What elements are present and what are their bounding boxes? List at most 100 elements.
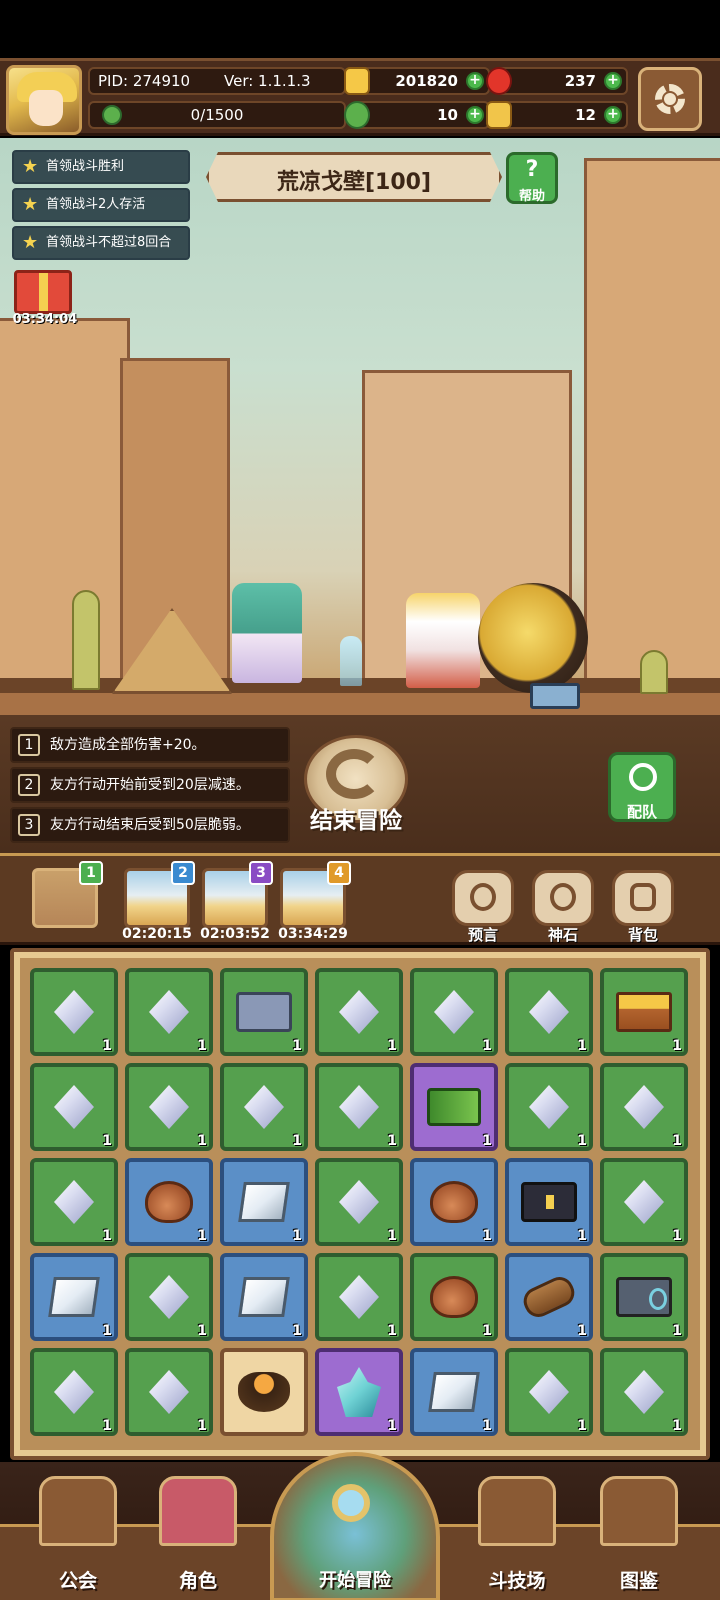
map-tab-3[interactable]: 3	[202, 861, 273, 928]
nav-start-adventure[interactable]: 开始冒险	[266, 1452, 444, 1600]
backpack-button[interactable]: 背包	[608, 870, 678, 944]
gift-box-icon[interactable]	[14, 270, 72, 314]
inventory-slot[interactable]: 1	[410, 968, 498, 1056]
inventory-slot[interactable]: 1	[220, 1063, 308, 1151]
map-tab-1[interactable]: 1	[32, 861, 103, 928]
add-clover-button[interactable]: +	[466, 106, 484, 124]
item-count: 1	[482, 1133, 492, 1149]
left-cliff	[0, 318, 130, 698]
inventory-slot[interactable]: 1	[125, 1348, 213, 1436]
inventory-slot[interactable]: 1	[315, 968, 403, 1056]
divine-stone-label: 神石	[547, 926, 578, 944]
inventory-slot[interactable]: 1	[410, 1348, 498, 1436]
inventory-slot[interactable]: 1	[315, 1158, 403, 1246]
magnifier-icon	[332, 1484, 370, 1522]
inventory-slot[interactable]: 1	[220, 968, 308, 1056]
inventory-slot[interactable]: 1	[125, 1063, 213, 1151]
version-label: Ver: 1.1.1.3	[224, 72, 311, 90]
key-value: 12	[575, 106, 596, 124]
quest-text: 首领战斗不超过8回合	[46, 235, 172, 250]
green-brick-icon	[427, 1088, 481, 1126]
nav-arena[interactable]: 斗技场	[462, 1462, 572, 1600]
add-key-button[interactable]: +	[604, 106, 622, 124]
crystal-icon	[54, 990, 94, 1034]
item-count: 1	[102, 1323, 112, 1339]
ingot-icon	[48, 1277, 100, 1317]
nav-start-adventure-label: 开始冒险	[319, 1570, 391, 1591]
inventory-slot[interactable]: 1	[600, 1253, 688, 1341]
map-tab-4[interactable]: 4	[280, 861, 351, 928]
nav-character[interactable]: 角色	[148, 1462, 248, 1600]
inventory-slot[interactable]	[220, 1348, 308, 1436]
inventory-slot[interactable]: 1	[505, 968, 593, 1056]
inventory-slot[interactable]: 1	[600, 1348, 688, 1436]
item-count: 1	[672, 1323, 682, 1339]
help-label: 帮助	[518, 189, 545, 204]
hero-bunny-girl[interactable]	[232, 583, 302, 683]
hero-golden-knight[interactable]	[478, 583, 588, 693]
prophecy-label: 预言	[467, 926, 498, 944]
gem-icon	[486, 67, 512, 95]
character-icon	[159, 1476, 237, 1546]
item-count: 1	[387, 1323, 397, 1339]
player-avatar[interactable]	[6, 65, 82, 135]
inventory-slot[interactable]: 1	[505, 1348, 593, 1436]
exp-text: 0/1500	[190, 106, 244, 124]
inventory-grid: 1 1 1 1 1 1 1 1 1 1 1 1 1 1 1 1 1 1 1 1 1 1 1 1 1 1 1 1 1 1 1 1 1 1	[10, 948, 710, 1460]
inventory-slot[interactable]: 1	[505, 1158, 593, 1246]
item-count: 1	[387, 1038, 397, 1054]
inventory-slot[interactable]: 1	[600, 968, 688, 1056]
inventory-slot[interactable]: 1	[30, 1348, 118, 1436]
inventory-slot[interactable]: 1	[505, 1253, 593, 1341]
star-icon: ★	[22, 194, 39, 215]
inventory-slot[interactable]: 1	[30, 1158, 118, 1246]
inventory-slot[interactable]: 1	[125, 1253, 213, 1341]
ingot-icon	[428, 1372, 480, 1412]
codex-book-icon	[600, 1476, 678, 1546]
inventory-slot[interactable]: 1	[220, 1253, 308, 1341]
help-button[interactable]: ? 帮助	[506, 152, 558, 204]
inventory-slot[interactable]: 1	[125, 968, 213, 1056]
map-timer: 02:03:52	[200, 926, 270, 942]
item-count: 1	[387, 1133, 397, 1149]
add-coin-button[interactable]: +	[466, 72, 484, 90]
inventory-slot[interactable]: 1	[30, 1253, 118, 1341]
nav-guild[interactable]: 公会	[28, 1462, 128, 1600]
inventory-slot[interactable]: 1	[315, 1348, 403, 1436]
inventory-slot[interactable]: 1	[125, 1158, 213, 1246]
inventory-slot[interactable]: 1	[315, 1063, 403, 1151]
inventory-slot[interactable]: 1	[410, 1063, 498, 1151]
effect-number: 2	[18, 774, 40, 796]
inventory-slot[interactable]: 1	[30, 968, 118, 1056]
crystal-icon	[149, 1085, 189, 1129]
item-count: 1	[577, 1418, 587, 1434]
prophecy-button[interactable]: 预言	[448, 870, 518, 944]
battle-scene	[0, 138, 720, 715]
inventory-slot[interactable]: 1	[220, 1158, 308, 1246]
map-selector-bar: 1 2 02:20:15 3 02:03:52 4 03:34:29 预言 神石…	[0, 853, 720, 945]
map-timer: 02:20:15	[122, 926, 192, 942]
settings-button[interactable]	[638, 67, 702, 131]
inventory-slot[interactable]: 1	[30, 1063, 118, 1151]
divine-stone-button[interactable]: 神石	[528, 870, 598, 944]
bag-icon	[145, 1181, 193, 1223]
inventory-slot[interactable]: 1	[315, 1253, 403, 1341]
inventory-slot[interactable]: 1	[410, 1253, 498, 1341]
ice-crystal-icon	[337, 1367, 381, 1417]
inventory-slot[interactable]: 1	[410, 1158, 498, 1246]
gem-value: 237	[564, 72, 596, 90]
team-setup-button[interactable]: 配队	[608, 752, 676, 822]
item-count: 1	[387, 1418, 397, 1434]
map-timer: 03:34:29	[278, 926, 348, 942]
end-adventure-button[interactable]: 结束冒险	[300, 735, 412, 839]
player-header: PID: 274910 Ver: 1.1.1.3 0/1500 201820 +…	[0, 58, 720, 136]
map-tab-2[interactable]: 2	[124, 861, 195, 928]
ingot-icon	[238, 1182, 290, 1222]
inventory-slot[interactable]: 1	[505, 1063, 593, 1151]
add-gem-button[interactable]: +	[604, 72, 622, 90]
inventory-slot[interactable]: 1	[600, 1063, 688, 1151]
nav-character-label: 角色	[178, 1570, 217, 1592]
inventory-slot[interactable]: 1	[600, 1158, 688, 1246]
nav-codex[interactable]: 图鉴	[584, 1462, 694, 1600]
hero-white-haired-princess[interactable]	[406, 593, 480, 688]
